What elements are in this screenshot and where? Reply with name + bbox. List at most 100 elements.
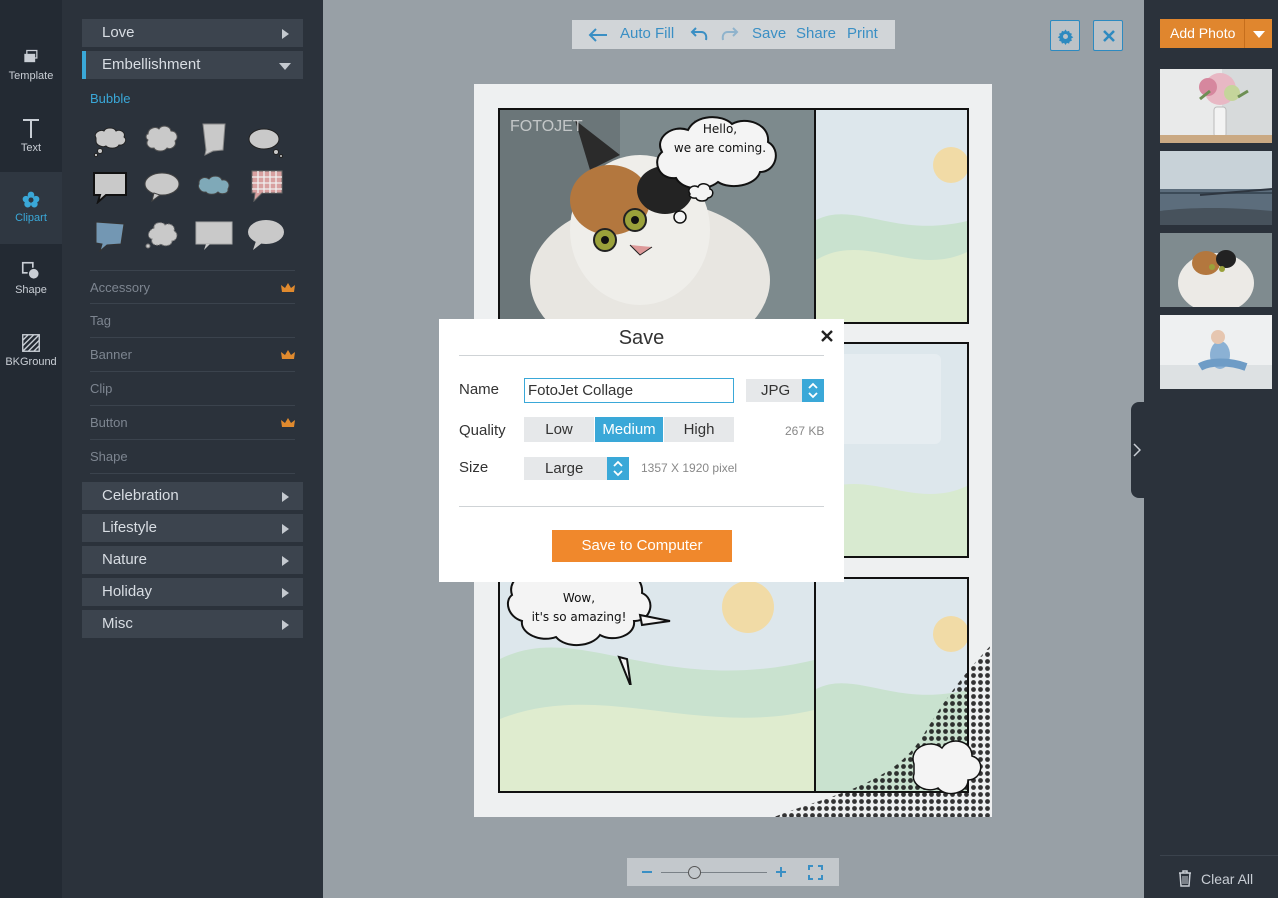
zoom-handle[interactable]	[688, 866, 701, 879]
category-nature[interactable]: Nature	[82, 546, 303, 574]
trash-icon	[1179, 870, 1191, 887]
thought-bubble-clipart[interactable]	[90, 124, 130, 158]
settings-button[interactable]	[1050, 20, 1080, 51]
photo-thumbnail-pier[interactable]	[1160, 151, 1272, 225]
crown-icon	[281, 350, 295, 359]
clipart-panel: Love Embellishment Bubble Accessory Tag …	[62, 0, 323, 898]
size-value: Large	[545, 460, 584, 477]
clear-all-label: Clear All	[1201, 871, 1254, 887]
category-label: Misc	[102, 615, 133, 632]
photo-frame-2[interactable]	[814, 108, 969, 324]
close-icon[interactable]	[820, 329, 834, 343]
bubble-line: it's so amazing!	[531, 610, 627, 624]
add-photo-button[interactable]: Add Photo	[1160, 19, 1272, 48]
name-label: Name	[459, 381, 500, 398]
rail-label: Shape	[15, 284, 47, 296]
bubble-line: Hello,	[702, 122, 738, 136]
puff-bubble-clipart[interactable]	[142, 218, 182, 252]
subitem-shape[interactable]: Shape	[90, 440, 295, 474]
caret-down-icon	[1253, 31, 1265, 38]
subitem-label: Shape	[90, 449, 128, 464]
blue-note-bubble-clipart[interactable]	[90, 218, 130, 252]
fullscreen-icon[interactable]	[808, 865, 823, 880]
subitem-button[interactable]: Button	[90, 406, 295, 440]
subitem-accessory[interactable]: Accessory	[90, 270, 295, 304]
size-select[interactable]: Large	[524, 457, 629, 480]
subitem-clip[interactable]: Clip	[90, 372, 295, 406]
add-photo-label: Add Photo	[1170, 25, 1236, 41]
box-bubble-clipart[interactable]	[194, 218, 234, 252]
rail-label: Template	[8, 70, 54, 82]
photo-frame-4[interactable]: Wow, it's so amazing!	[498, 577, 816, 793]
subitem-banner[interactable]: Banner	[90, 338, 295, 372]
category-love[interactable]: Love	[82, 19, 303, 47]
save-to-computer-button[interactable]: Save to Computer	[552, 530, 732, 562]
subitem-label: Accessory	[90, 280, 150, 295]
photo-thumbnail-flowers[interactable]	[1160, 69, 1272, 143]
rail-item-clipart[interactable]: Clipart	[0, 172, 62, 244]
clear-all-button[interactable]: Clear All	[1160, 855, 1278, 898]
rail-item-text[interactable]: Text	[0, 102, 62, 174]
checkered-bubble-clipart[interactable]	[246, 168, 286, 202]
chevron-right-icon	[282, 29, 289, 39]
subitem-label: Button	[90, 415, 128, 430]
chevron-right-icon	[282, 556, 289, 566]
dimensions-text: 1357 X 1920 pixel	[641, 461, 738, 475]
template-icon	[24, 49, 38, 63]
save-button[interactable]: Save	[752, 25, 786, 42]
name-field[interactable]	[524, 378, 734, 403]
close-editor-button[interactable]	[1093, 20, 1123, 51]
format-select[interactable]: JPG	[746, 379, 824, 402]
zoom-out-icon[interactable]	[641, 867, 653, 877]
spinner-icon	[607, 457, 629, 480]
category-lifestyle[interactable]: Lifestyle	[82, 514, 303, 542]
chevron-right-icon	[282, 588, 289, 598]
undo-icon[interactable]	[690, 26, 708, 42]
quality-medium-option[interactable]: Medium	[595, 417, 663, 442]
zoom-in-icon[interactable]	[775, 866, 787, 878]
quality-low-option[interactable]: Low	[524, 417, 594, 442]
category-label: Holiday	[102, 583, 153, 600]
oval-bubble-clipart[interactable]	[246, 126, 286, 160]
round-bubble-clipart[interactable]	[142, 170, 182, 204]
child-photo	[1160, 315, 1272, 389]
add-photo-dropdown[interactable]	[1244, 19, 1272, 48]
zoom-bar	[627, 858, 839, 886]
ellipse-bubble-clipart[interactable]	[246, 218, 286, 252]
redo-icon[interactable]	[721, 26, 739, 42]
photo-frame-cat[interactable]: FOTOJET Hello, we are coming.	[498, 108, 816, 324]
back-arrow-icon[interactable]	[588, 27, 608, 43]
rail-item-shape[interactable]: Shape	[0, 244, 62, 316]
chevron-right-icon	[1133, 443, 1141, 457]
blue-cloud-bubble-clipart[interactable]	[194, 170, 234, 204]
quality-high-option[interactable]: High	[664, 417, 734, 442]
zoom-track[interactable]	[661, 872, 767, 873]
print-button[interactable]: Print	[847, 25, 878, 42]
category-embellishment[interactable]: Embellishment	[82, 51, 303, 79]
subsection-bubble[interactable]: Bubble	[90, 91, 130, 106]
autofill-button[interactable]: Auto Fill	[620, 25, 674, 42]
divider	[459, 355, 824, 356]
category-misc[interactable]: Misc	[82, 610, 303, 638]
category-holiday[interactable]: Holiday	[82, 578, 303, 606]
chevron-right-icon	[282, 492, 289, 502]
rail-item-template[interactable]: Template	[0, 30, 62, 102]
photo-thumbnail-child[interactable]	[1160, 315, 1272, 389]
category-label: Celebration	[102, 487, 179, 504]
category-celebration[interactable]: Celebration	[82, 482, 303, 510]
bubble-line: Wow,	[562, 591, 596, 605]
photo-sidebar: Add Photo Clear All	[1144, 0, 1278, 898]
subitem-tag[interactable]: Tag	[90, 304, 295, 338]
divider	[459, 506, 824, 507]
subitem-label: Clip	[90, 381, 113, 396]
rect-bubble-clipart[interactable]	[90, 170, 130, 204]
photo-thumbnail-cat[interactable]	[1160, 233, 1272, 307]
text-icon	[23, 119, 39, 138]
format-value: JPG	[761, 382, 791, 399]
cloud-bubble-clipart[interactable]	[142, 122, 182, 156]
share-button[interactable]: Share	[796, 25, 836, 42]
category-label: Embellishment	[102, 56, 201, 73]
rail-item-bkground[interactable]: BKGround	[0, 316, 62, 388]
collapse-handle[interactable]	[1131, 402, 1144, 498]
paper-bubble-clipart[interactable]	[194, 122, 234, 156]
